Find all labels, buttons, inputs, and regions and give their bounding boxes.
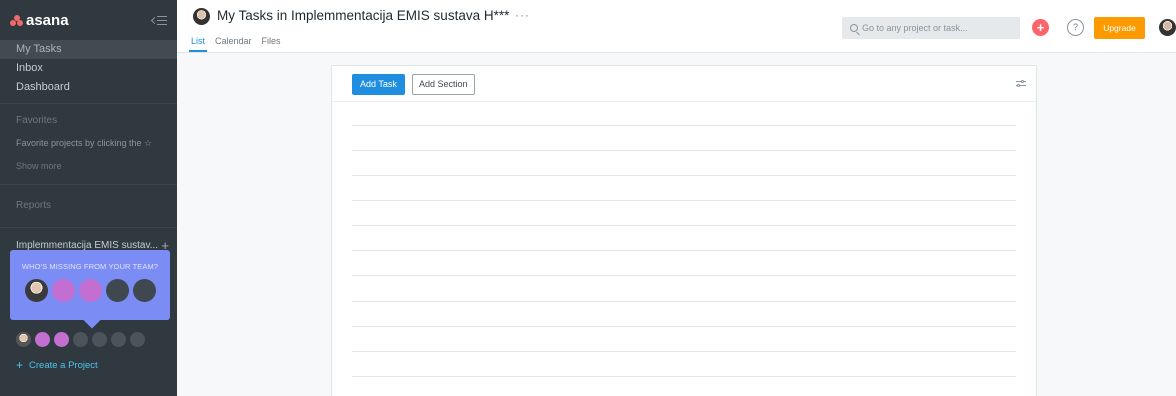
task-row[interactable] — [352, 351, 1016, 352]
member-avatar[interactable] — [35, 332, 50, 347]
team-members — [16, 332, 145, 347]
user-avatar[interactable] — [1159, 19, 1176, 36]
avatar — [25, 279, 48, 302]
logo-text: asana — [26, 11, 69, 29]
tab-calendar[interactable]: Calendar — [215, 36, 252, 52]
asana-logo[interactable]: asana — [10, 12, 69, 29]
search-placeholder: Go to any project or task... — [862, 23, 968, 33]
sidebar-item-inbox[interactable]: Inbox — [0, 59, 177, 78]
add-task-button[interactable]: Add Task — [352, 74, 405, 95]
member-avatar[interactable] — [54, 332, 69, 347]
tab-list[interactable]: List — [188, 36, 208, 52]
avatar[interactable] — [193, 8, 210, 25]
invite-text: WHO'S MISSING FROM YOUR TEAM? — [21, 262, 159, 271]
invite-avatars — [25, 279, 170, 302]
avatar-placeholder[interactable] — [106, 279, 129, 302]
view-settings-icon[interactable] — [1016, 79, 1026, 88]
avatar-placeholder[interactable] — [133, 279, 156, 302]
task-row[interactable] — [352, 200, 1016, 201]
favorites-hint: Favorite projects by clicking the ☆ — [16, 138, 153, 148]
task-row[interactable] — [352, 175, 1016, 176]
show-more-link[interactable]: Show more — [0, 154, 177, 178]
sidebar-divider — [0, 184, 177, 185]
task-row[interactable] — [352, 301, 1016, 302]
view-tabs: List Calendar Files — [188, 36, 281, 52]
create-project-label: Create a Project — [29, 359, 98, 371]
page-title: My Tasks in Implemmentacija EMIS sustava… — [217, 8, 510, 23]
team-name[interactable]: Implemmentacija EMIS sustav... — [16, 240, 158, 251]
task-toolbar: Add Task Add Section — [332, 66, 1036, 102]
more-options-icon[interactable]: ··· — [515, 8, 530, 22]
member-avatar[interactable] — [111, 332, 126, 347]
tab-files[interactable]: Files — [262, 36, 281, 52]
task-list-panel: Add Task Add Section — [331, 65, 1037, 396]
quick-add-button[interactable]: + — [1032, 19, 1049, 36]
member-avatar[interactable] — [130, 332, 145, 347]
help-icon[interactable]: ? — [1067, 19, 1084, 36]
asana-logo-icon — [10, 14, 23, 26]
create-project-link[interactable]: + Create a Project — [16, 358, 98, 372]
task-row[interactable] — [352, 326, 1016, 327]
invite-team-card[interactable]: WHO'S MISSING FROM YOUR TEAM? — [10, 250, 170, 329]
task-row[interactable] — [352, 225, 1016, 226]
task-row[interactable] — [352, 275, 1016, 276]
collapse-sidebar-icon[interactable] — [150, 14, 167, 26]
favorites-title: Favorites — [16, 115, 58, 126]
task-row[interactable] — [352, 376, 1016, 377]
search-icon — [850, 24, 858, 32]
search-input[interactable]: Go to any project or task... — [842, 17, 1020, 39]
sidebar: asana My Tasks Inbox Dashboard Favorites… — [0, 0, 177, 396]
member-avatar[interactable] — [16, 332, 31, 347]
sidebar-item-my-tasks[interactable]: My Tasks — [0, 40, 177, 59]
avatar-placeholder[interactable] — [52, 279, 75, 302]
sidebar-item-dashboard[interactable]: Dashboard — [0, 78, 177, 97]
reports-link[interactable]: Reports — [0, 191, 177, 221]
task-row[interactable] — [352, 125, 1016, 126]
plus-icon: + — [16, 358, 24, 372]
member-avatar[interactable] — [92, 332, 107, 347]
task-row[interactable] — [352, 150, 1016, 151]
sidebar-header: asana — [0, 0, 177, 40]
upgrade-button[interactable]: Upgrade — [1094, 17, 1145, 39]
avatar-placeholder[interactable] — [79, 279, 102, 302]
add-section-button[interactable]: Add Section — [412, 74, 475, 95]
member-avatar[interactable] — [73, 332, 88, 347]
card-notch — [83, 311, 101, 329]
task-row[interactable] — [352, 250, 1016, 251]
sidebar-divider — [0, 103, 177, 104]
sidebar-divider — [0, 227, 177, 228]
top-bar: My Tasks in Implemmentacija EMIS sustava… — [177, 0, 1176, 53]
